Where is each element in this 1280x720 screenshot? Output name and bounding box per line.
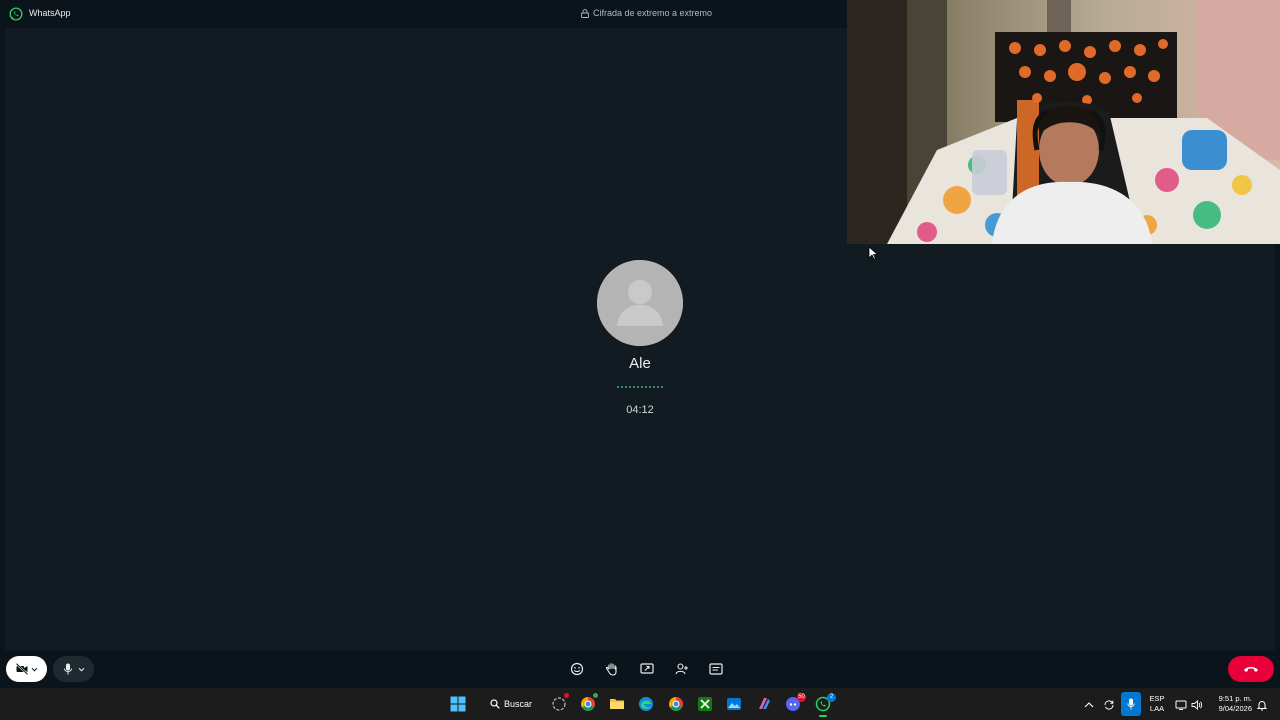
chevron-down-icon: [31, 667, 37, 671]
folder-icon: [610, 699, 624, 709]
windows-taskbar: Buscar 50 2 ESP LAA 9:51 p. m. 9/04/2026: [0, 688, 1280, 720]
chrome-icon: [581, 697, 595, 711]
taskbar-app-copilot[interactable]: [551, 693, 569, 712]
app-title: WhatsApp: [29, 8, 71, 18]
system-clock[interactable]: 9:51 p. m. 9/04/2026: [1206, 694, 1252, 714]
encryption-notice: Cifrada de extremo a extremo: [581, 8, 712, 18]
chrome-icon: [669, 697, 683, 711]
lock-icon: [581, 8, 589, 18]
clock-date: 9/04/2026: [1218, 704, 1252, 713]
language-indicator[interactable]: ESP LAA: [1148, 694, 1166, 714]
end-call-button[interactable]: [1228, 656, 1274, 682]
notification-badge: 2: [827, 693, 836, 702]
keyboard-layout: LAA: [1149, 704, 1165, 713]
taskbar-app-chrome-profile[interactable]: [580, 693, 598, 712]
network-tray-icon[interactable]: [1175, 698, 1187, 710]
add-participant-button[interactable]: [675, 662, 689, 676]
microphone-in-use-indicator[interactable]: [1121, 692, 1141, 716]
share-screen-icon: [640, 663, 654, 674]
sync-tray-icon[interactable]: [1103, 698, 1115, 710]
bell-icon: [1256, 701, 1268, 711]
notification-badge: [564, 693, 569, 698]
raise-hand-icon: [605, 663, 617, 676]
language-code: ESP: [1149, 694, 1165, 703]
self-video-preview[interactable]: [847, 0, 1280, 244]
mouse-cursor-icon: [868, 246, 878, 260]
camera-feed-image: [847, 0, 1280, 244]
show-hidden-icons-button[interactable]: [1083, 698, 1095, 710]
taskbar-app-chrome[interactable]: [668, 696, 684, 712]
copilot-icon: [552, 697, 566, 711]
speaker-icon: [1191, 700, 1203, 710]
call-status-indicator: [617, 384, 663, 388]
emoji-icon: [570, 662, 584, 676]
encryption-text: Cifrada de extremo a extremo: [593, 8, 713, 18]
network-icon: [1175, 700, 1187, 710]
notification-badge: 50: [797, 693, 806, 702]
photos-icon: [727, 698, 741, 710]
notification-badge: [593, 693, 598, 698]
xbox-icon: [698, 697, 712, 711]
search-label: Buscar: [504, 699, 533, 709]
raise-hand-button[interactable]: [605, 662, 619, 676]
whatsapp-call-window: WhatsApp Cifrada de extremo a extremo Al…: [0, 0, 1280, 720]
call-controls-bar: [0, 650, 1280, 688]
default-person-avatar: [597, 260, 683, 346]
volume-tray-icon[interactable]: [1191, 698, 1203, 710]
chat-button[interactable]: [709, 662, 723, 676]
windows-logo-icon: [450, 696, 466, 712]
taskbar-app-discord[interactable]: 50: [785, 693, 806, 712]
taskbar-app-microsoft-365[interactable]: [756, 696, 772, 712]
microphone-icon: [63, 663, 72, 675]
call-timer: 04:12: [626, 404, 654, 416]
share-screen-button[interactable]: [640, 662, 654, 676]
taskbar-app-file-explorer[interactable]: [609, 696, 625, 712]
avatar: [597, 260, 683, 346]
contact-name: Ale: [629, 355, 651, 372]
microphone-toggle-button[interactable]: [53, 656, 94, 682]
taskbar-search[interactable]: Buscar: [480, 693, 542, 715]
active-app-indicator: [819, 715, 827, 717]
add-person-icon: [675, 663, 688, 675]
microsoft-365-icon: [759, 698, 770, 709]
taskbar-app-whatsapp[interactable]: 2: [815, 693, 836, 717]
taskbar-app-edge[interactable]: [638, 696, 654, 712]
end-call-icon: [1244, 667, 1258, 672]
video-toggle-button[interactable]: [6, 656, 47, 682]
notifications-button[interactable]: [1256, 698, 1268, 711]
edge-icon: [639, 697, 653, 711]
taskbar-app-xbox[interactable]: [697, 696, 713, 712]
start-button[interactable]: [450, 696, 466, 712]
search-icon: [490, 699, 500, 709]
whatsapp-logo-icon: [9, 7, 23, 21]
chat-icon: [709, 663, 723, 675]
sync-icon: [1104, 700, 1114, 710]
reactions-button[interactable]: [570, 662, 584, 676]
taskbar-app-photos[interactable]: [726, 696, 742, 712]
chevron-down-icon: [78, 667, 84, 671]
microphone-icon: [1127, 698, 1135, 710]
video-off-icon: [15, 663, 28, 675]
chevron-up-icon: [1084, 702, 1094, 708]
clock-time: 9:51 p. m.: [1218, 694, 1252, 703]
